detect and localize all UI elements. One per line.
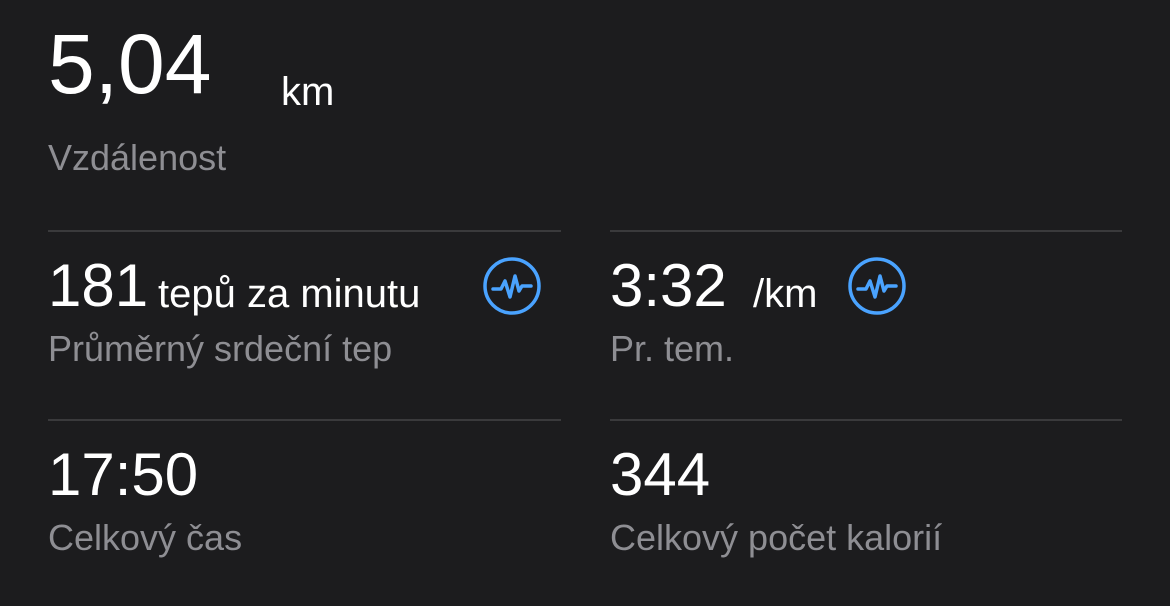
calories-label: Celkový počet kalorií: [610, 517, 943, 558]
heart-rate-unit: tepů za minutu: [158, 272, 421, 316]
divider-left-1: [48, 230, 561, 232]
heart-rate-value: 181: [48, 252, 149, 319]
pace-heart-rate-icon[interactable]: [847, 256, 907, 316]
pace-label: Pr. tem.: [610, 328, 735, 369]
heart-rate-label: Průměrný srdeční tep: [48, 328, 393, 369]
pace-value: 3:32: [610, 252, 727, 319]
heart-rate-monitor-icon[interactable]: [482, 256, 542, 316]
divider-right-1: [610, 230, 1122, 232]
divider-right-2: [610, 419, 1122, 421]
distance-value: 5,04: [48, 17, 212, 111]
total-time-value: 17:50: [48, 441, 199, 508]
pace-unit: /km: [753, 272, 818, 316]
calories-value: 344: [610, 441, 711, 508]
total-time-label: Celkový čas: [48, 517, 243, 558]
divider-left-2: [48, 419, 561, 421]
distance-unit: km: [281, 70, 335, 114]
distance-label: Vzdálenost: [48, 137, 227, 178]
